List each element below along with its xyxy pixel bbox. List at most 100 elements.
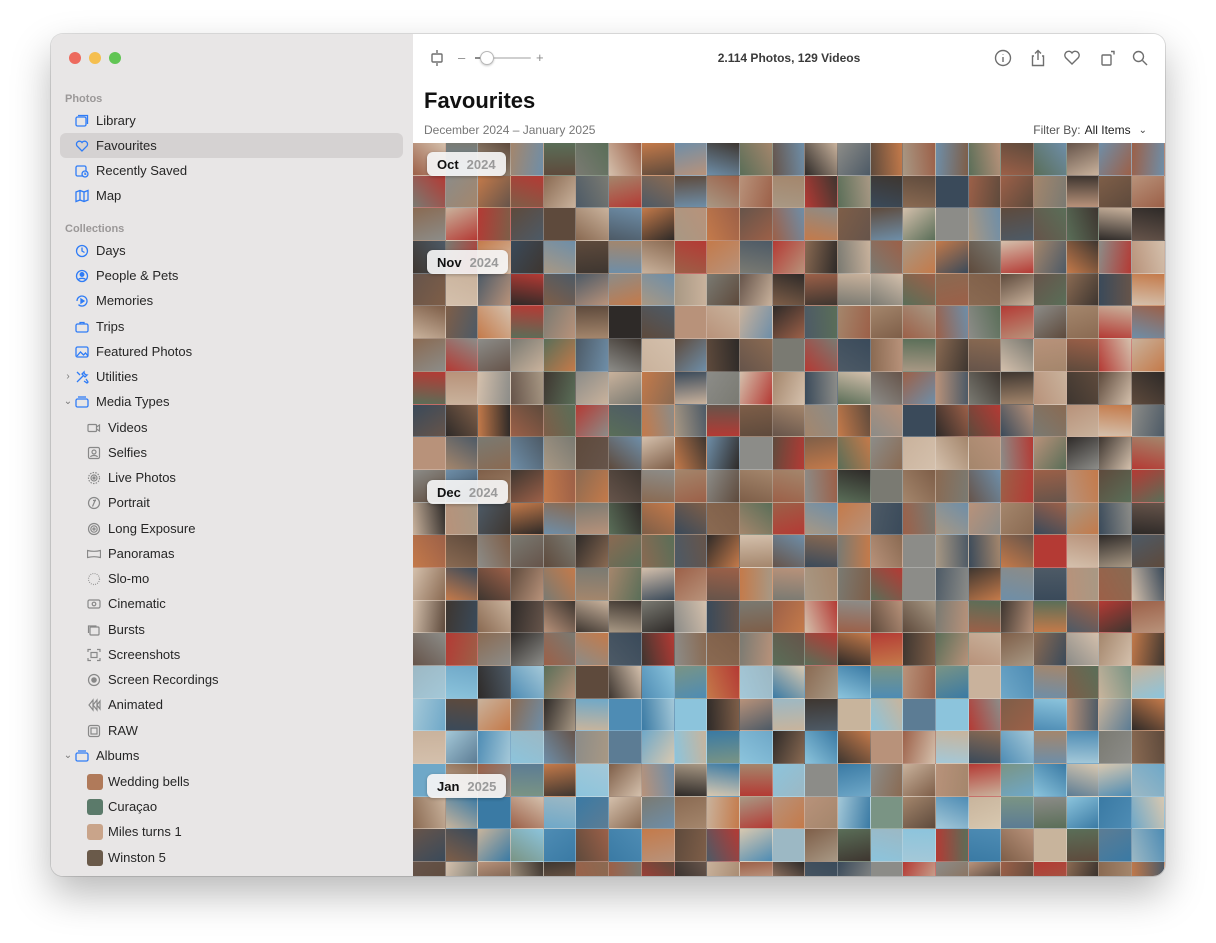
photo-thumbnail[interactable] [511,829,544,863]
photo-thumbnail[interactable] [1132,404,1165,438]
photo-thumbnail[interactable] [609,143,642,176]
photo-thumbnail[interactable] [674,698,708,732]
photo-thumbnail[interactable] [707,502,740,536]
photo-thumbnail[interactable] [968,339,1002,372]
photo-thumbnail[interactable] [576,633,610,666]
photo-thumbnail[interactable] [805,339,838,372]
photo-thumbnail[interactable] [739,469,773,503]
photo-thumbnail[interactable] [543,469,577,503]
photo-thumbnail[interactable] [870,796,904,830]
photo-thumbnail[interactable] [936,339,969,372]
photo-thumbnail[interactable] [1132,829,1165,863]
photo-thumbnail[interactable] [674,371,708,405]
photo-thumbnail[interactable] [543,241,577,274]
photo-thumbnail[interactable] [641,241,675,274]
sidebar-item-selfies[interactable]: Selfies [60,440,403,465]
photo-thumbnail[interactable] [641,764,675,797]
photo-thumbnail[interactable] [739,764,773,797]
photo-thumbnail[interactable] [1099,764,1133,797]
photo-thumbnail[interactable] [707,829,740,863]
photo-thumbnail[interactable] [739,862,773,876]
photo-thumbnail[interactable] [870,567,904,601]
photo-thumbnail[interactable] [478,306,512,340]
photo-thumbnail[interactable] [1132,698,1165,732]
photo-thumbnail[interactable] [968,796,1002,830]
photo-thumbnail[interactable] [1132,502,1165,536]
photo-thumbnail[interactable] [445,273,479,307]
photo-thumbnail[interactable] [511,175,544,209]
photo-thumbnail[interactable] [413,306,446,340]
photo-thumbnail[interactable] [903,143,936,176]
photo-thumbnail[interactable] [968,469,1002,503]
photo-thumbnail[interactable] [609,666,642,699]
photo-thumbnail[interactable] [805,273,838,307]
photo-thumbnail[interactable] [968,666,1002,699]
photo-thumbnail[interactable] [576,764,610,797]
photo-thumbnail[interactable] [576,502,610,536]
photo-thumbnail[interactable] [903,175,936,209]
photo-thumbnail[interactable] [1001,600,1035,634]
photo-thumbnail[interactable] [805,600,838,634]
photo-thumbnail[interactable] [903,371,936,405]
photo-thumbnail[interactable] [1066,273,1100,307]
photo-thumbnail[interactable] [445,829,479,863]
photo-thumbnail[interactable] [1132,339,1165,372]
photo-thumbnail[interactable] [936,666,969,699]
photo-thumbnail[interactable] [511,143,544,176]
photo-thumbnail[interactable] [576,143,610,176]
photo-thumbnail[interactable] [1066,764,1100,797]
photo-thumbnail[interactable] [739,567,773,601]
photo-thumbnail[interactable] [641,404,675,438]
filter-dropdown[interactable]: Filter By: All Items ⌄ [1033,123,1147,137]
photo-thumbnail[interactable] [1066,208,1100,242]
photo-thumbnail[interactable] [870,306,904,340]
photo-thumbnail[interactable] [543,437,577,470]
photo-thumbnail[interactable] [870,698,904,732]
photo-thumbnail[interactable] [1066,633,1100,666]
photo-thumbnail[interactable] [903,764,936,797]
photo-thumbnail[interactable] [445,600,479,634]
photo-thumbnail[interactable] [772,535,806,568]
photo-thumbnail[interactable] [936,437,969,470]
photo-thumbnail[interactable] [837,273,871,307]
photo-thumbnail[interactable] [576,208,610,242]
photo-thumbnail[interactable] [1066,339,1100,372]
photo-thumbnail[interactable] [1066,698,1100,732]
photo-grid[interactable] [413,143,1165,876]
photo-thumbnail[interactable] [674,306,708,340]
photo-thumbnail[interactable] [511,469,544,503]
photo-thumbnail[interactable] [739,143,773,176]
photo-thumbnail[interactable] [1099,208,1133,242]
sidebar-item-portrait[interactable]: Portrait [60,490,403,515]
photo-thumbnail[interactable] [837,633,871,666]
photo-thumbnail[interactable] [870,437,904,470]
sidebar-item-panoramas[interactable]: Panoramas [60,541,403,566]
photo-thumbnail[interactable] [445,175,479,209]
photo-thumbnail[interactable] [478,502,512,536]
photo-thumbnail[interactable] [413,502,446,536]
photo-thumbnail[interactable] [837,535,871,568]
photo-thumbnail[interactable] [968,535,1002,568]
photo-thumbnail[interactable] [1001,698,1035,732]
photo-thumbnail[interactable] [739,306,773,340]
photo-thumbnail[interactable] [1001,829,1035,863]
photo-thumbnail[interactable] [1034,862,1067,876]
photo-thumbnail[interactable] [445,698,479,732]
photo-thumbnail[interactable] [837,241,871,274]
sidebar-album-winston-5[interactable]: Winston 5 [60,845,403,870]
photo-thumbnail[interactable] [413,862,446,876]
photo-thumbnail[interactable] [576,241,610,274]
photo-thumbnail[interactable] [739,437,773,470]
photo-thumbnail[interactable] [968,241,1002,274]
photo-thumbnail[interactable] [968,862,1002,876]
photo-thumbnail[interactable] [772,143,806,176]
photo-thumbnail[interactable] [1034,535,1067,568]
photo-thumbnail[interactable] [674,273,708,307]
photo-thumbnail[interactable] [511,764,544,797]
photo-thumbnail[interactable] [707,208,740,242]
photo-thumbnail[interactable] [903,633,936,666]
photo-thumbnail[interactable] [413,567,446,601]
photo-thumbnail[interactable] [576,437,610,470]
photo-thumbnail[interactable] [609,339,642,372]
photo-thumbnail[interactable] [543,764,577,797]
